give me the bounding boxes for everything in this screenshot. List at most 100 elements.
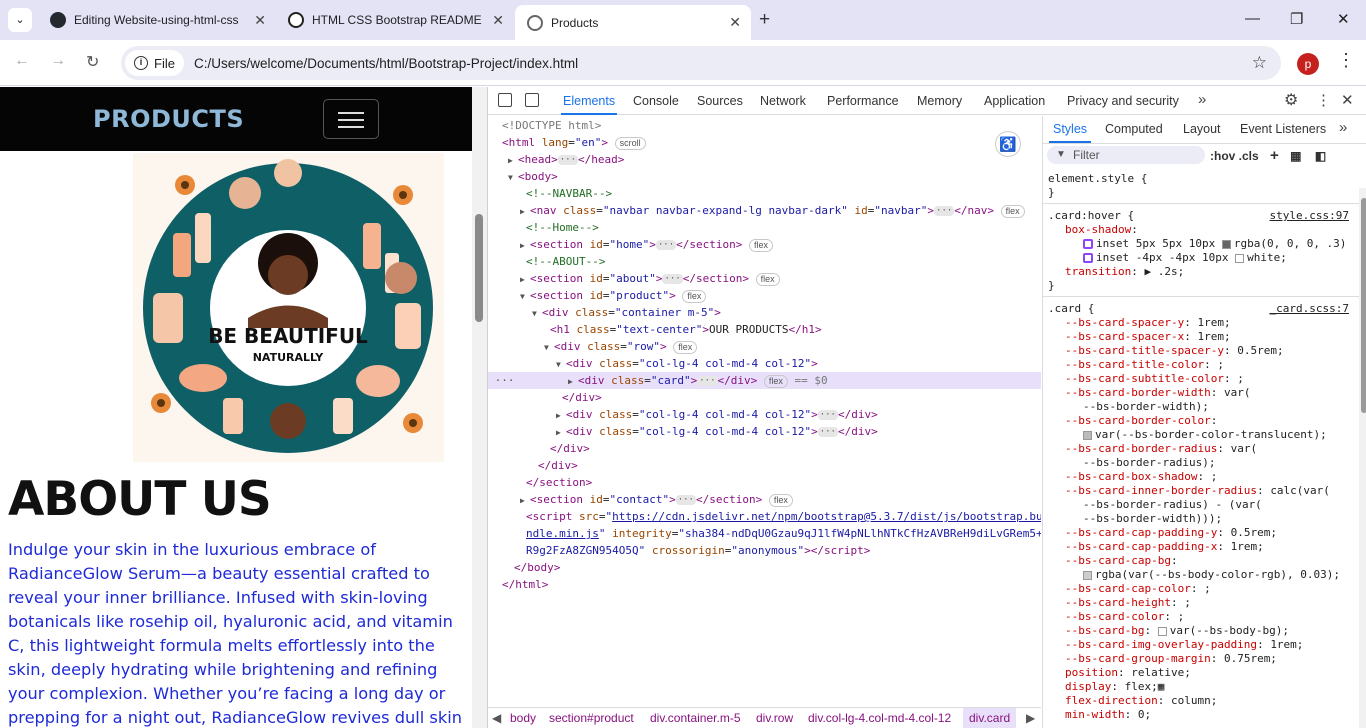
styles-filter-input[interactable]: ▼ Filter bbox=[1047, 146, 1205, 164]
navbar-toggler-button[interactable] bbox=[323, 99, 379, 139]
css-property[interactable]: --bs-card-border-width: var( bbox=[1065, 386, 1250, 400]
css-property[interactable]: --bs-card-img-overlay-padding: 1rem; bbox=[1065, 638, 1303, 652]
css-value[interactable]: inset 5px 5px 10px rgba(0, 0, 0, .3) bbox=[1083, 237, 1346, 251]
back-icon[interactable]: ← bbox=[14, 52, 30, 70]
close-icon[interactable]: ✕ bbox=[254, 12, 266, 29]
css-property[interactable]: --bs-card-title-spacer-y: 0.5rem; bbox=[1065, 344, 1284, 358]
crumb-container[interactable]: div.container.m-5 bbox=[650, 711, 741, 725]
css-property[interactable]: --bs-card-spacer-x: 1rem; bbox=[1065, 330, 1231, 344]
css-selector[interactable]: element.style { bbox=[1048, 172, 1147, 186]
tab-network[interactable]: Network bbox=[760, 94, 806, 108]
profile-avatar[interactable]: p bbox=[1297, 53, 1319, 75]
stylesheet-link[interactable]: style.css:97 bbox=[1270, 209, 1349, 222]
flex-badge[interactable]: flex bbox=[748, 238, 773, 252]
crumb-row[interactable]: div.row bbox=[756, 711, 793, 725]
navbar-brand[interactable]: PRODUCTS bbox=[93, 105, 244, 133]
dom-line[interactable]: ▶ <section id="home"> ··· </section> flex bbox=[520, 236, 773, 253]
settings-gear-icon[interactable]: ⚙ bbox=[1284, 90, 1298, 110]
css-value[interactable]: --bs-border-radius); bbox=[1083, 456, 1215, 470]
flexbox-editor-icon[interactable]: ▦ bbox=[1158, 680, 1165, 693]
css-property[interactable]: --bs-card-border-radius: var( bbox=[1065, 442, 1257, 456]
tab-privacy-security[interactable]: Privacy and security bbox=[1067, 94, 1179, 108]
site-info-chip[interactable]: i File bbox=[125, 50, 184, 76]
stylesheet-link[interactable]: _card.scss:7 bbox=[1270, 302, 1349, 315]
css-value[interactable]: rgba(var(--bs-body-color-rgb), 0.03); bbox=[1083, 568, 1340, 582]
tab-search-button[interactable]: ⌄ bbox=[8, 8, 32, 32]
css-property[interactable]: --bs-card-box-shadow: ; bbox=[1065, 470, 1217, 484]
browser-tab-products[interactable]: Products ✕ bbox=[515, 5, 751, 40]
browser-tab-github[interactable]: Editing Website-using-html-css ✕ bbox=[38, 0, 276, 40]
more-tabs-icon[interactable]: » bbox=[1198, 91, 1206, 108]
color-palette-icon[interactable]: ▦ bbox=[1290, 149, 1301, 163]
css-selector[interactable]: .card:hover { bbox=[1048, 209, 1134, 223]
flex-badge[interactable]: flex bbox=[682, 289, 707, 303]
dom-line[interactable]: <!--Home--> bbox=[526, 219, 599, 236]
restore-button[interactable]: ❐ bbox=[1290, 10, 1303, 28]
dom-line[interactable]: ▶ <section id="about"> ··· </section> flex bbox=[520, 270, 780, 287]
css-property[interactable]: --bs-card-cap-bg: bbox=[1065, 554, 1178, 568]
crumb-body[interactable]: body bbox=[510, 711, 536, 725]
dom-line[interactable]: <html lang="en"> scroll bbox=[502, 134, 646, 151]
close-icon[interactable]: ✕ bbox=[729, 14, 741, 31]
tab-computed[interactable]: Computed bbox=[1105, 122, 1163, 136]
tab-memory[interactable]: Memory bbox=[917, 94, 962, 108]
css-value[interactable]: inset -4px -4px 10px white; bbox=[1083, 251, 1287, 265]
css-value[interactable]: --bs-border-radius) - (var( bbox=[1083, 498, 1262, 512]
new-tab-button[interactable]: + bbox=[759, 9, 770, 31]
dom-line-selected[interactable]: ··· ▶ <div class="card"> ··· </div> flex == … bbox=[488, 372, 1041, 389]
dom-line[interactable]: ▼ <div class="container m-5"> bbox=[532, 304, 721, 321]
scroll-badge[interactable]: scroll bbox=[614, 136, 646, 150]
expand-triangle-icon[interactable]: ▶ bbox=[520, 203, 530, 220]
reload-icon[interactable]: ↻ bbox=[86, 52, 99, 72]
tab-layout[interactable]: Layout bbox=[1183, 122, 1221, 136]
tab-event-listeners[interactable]: Event Listeners bbox=[1240, 122, 1326, 136]
page-scrollbar[interactable] bbox=[472, 87, 487, 728]
accessibility-tree-icon[interactable]: ♿ bbox=[995, 131, 1021, 157]
expand-triangle-icon[interactable]: ▶ bbox=[508, 152, 518, 169]
tab-sources[interactable]: Sources bbox=[697, 94, 743, 108]
close-devtools-icon[interactable]: ✕ bbox=[1341, 91, 1354, 109]
tab-performance[interactable]: Performance bbox=[827, 94, 899, 108]
css-value[interactable]: --bs-border-width))); bbox=[1083, 512, 1222, 526]
tab-elements[interactable]: Elements bbox=[560, 94, 618, 115]
more-tabs-icon[interactable]: » bbox=[1339, 119, 1347, 136]
css-property[interactable]: flex-direction: column; bbox=[1065, 694, 1217, 708]
dom-line[interactable]: ▼ <body> bbox=[508, 168, 558, 185]
css-property[interactable]: transition: ▶ .2s; bbox=[1065, 265, 1184, 279]
css-property[interactable]: --bs-card-subtitle-color: ; bbox=[1065, 372, 1244, 386]
flex-badge[interactable]: flex bbox=[1000, 204, 1025, 218]
dom-line[interactable]: </div> bbox=[562, 389, 602, 406]
css-selector[interactable]: .card { bbox=[1048, 302, 1094, 316]
dom-line[interactable]: ndle.min.js" integrity="sha384-ndDqU0Gza… bbox=[526, 525, 1041, 542]
forward-icon[interactable]: → bbox=[50, 52, 66, 70]
css-property[interactable]: --bs-card-cap-color: ; bbox=[1065, 582, 1211, 596]
css-value[interactable]: --bs-border-width); bbox=[1083, 400, 1209, 414]
css-value[interactable]: var(--bs-border-color-translucent); bbox=[1083, 428, 1327, 442]
dom-line[interactable]: <h1 class="text-center">OUR PRODUCTS</h1… bbox=[550, 321, 822, 338]
flex-badge[interactable]: flex bbox=[768, 493, 793, 507]
dom-line[interactable]: </body> bbox=[514, 559, 560, 576]
dom-line[interactable]: </section> bbox=[526, 474, 592, 491]
hov-cls-toggles[interactable]: :hov .cls bbox=[1210, 149, 1259, 163]
script-src-link[interactable]: ndle.min.js bbox=[526, 527, 599, 540]
css-property[interactable]: --bs-card-cap-padding-y: 0.5rem; bbox=[1065, 526, 1277, 540]
dom-line[interactable]: ▼ <section id="product"> flex bbox=[520, 287, 707, 304]
script-src-link[interactable]: https://cdn.jsdelivr.net/npm/bootstrap@5… bbox=[612, 510, 1041, 523]
device-toolbar-icon[interactable] bbox=[525, 93, 539, 107]
css-property[interactable]: min-width: 0; bbox=[1065, 708, 1151, 722]
url-text[interactable]: C:/Users/welcome/Documents/html/Bootstra… bbox=[194, 56, 578, 71]
css-property[interactable]: --bs-card-bg: var(--bs-body-bg); bbox=[1065, 624, 1289, 638]
dom-line[interactable]: ▶ <head> ··· </head> bbox=[508, 151, 624, 168]
dom-line[interactable]: ▶ <div class="col-lg-4 col-md-4 col-12"> ·… bbox=[556, 423, 878, 440]
dom-line[interactable]: </html> bbox=[502, 576, 548, 593]
css-property[interactable]: --bs-card-cap-padding-x: 1rem; bbox=[1065, 540, 1264, 554]
bookmark-star-icon[interactable]: ☆ bbox=[1252, 53, 1267, 73]
dom-line[interactable]: ▶ <nav class="navbar navbar-expand-lg nav… bbox=[520, 202, 1025, 219]
css-property[interactable]: --bs-card-spacer-y: 1rem; bbox=[1065, 316, 1231, 330]
new-rule-icon[interactable]: + bbox=[1270, 147, 1279, 164]
flex-badge[interactable]: flex bbox=[673, 340, 698, 354]
css-property[interactable]: --bs-card-inner-border-radius: calc(var( bbox=[1065, 484, 1330, 498]
sidebar-toggle-icon[interactable]: ◧ bbox=[1315, 149, 1326, 163]
flex-badge[interactable]: flex bbox=[763, 374, 788, 388]
dom-line[interactable]: </div> bbox=[550, 440, 590, 457]
